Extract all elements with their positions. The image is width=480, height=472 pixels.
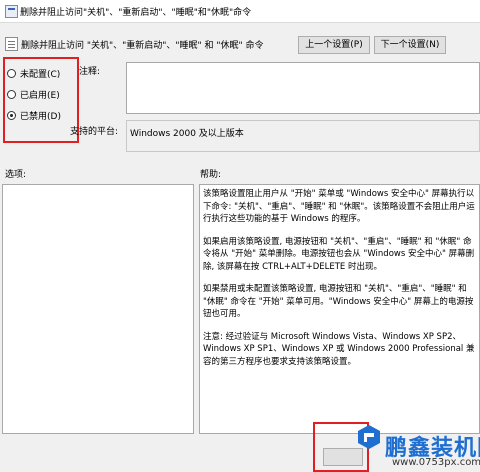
previous-setting-button[interactable]: 上一个设置(P) [298, 36, 370, 54]
help-paragraph-4: 注意: 经过验证与 Microsoft Windows Vista、Window… [203, 331, 475, 367]
supported-box: Windows 2000 及以上版本 [126, 120, 480, 152]
supported-label: 支持的平台: [70, 127, 119, 137]
radio-disabled-label: 已禁用(D) [20, 112, 61, 122]
policy-name: 删除并阻止访问 "关机"、"重新启动"、"睡眠" 和 "休眠" 命令 [21, 41, 264, 51]
watermark-url: www.0753px.com [392, 457, 480, 468]
watermark-logo-icon [356, 424, 382, 450]
radio-enabled[interactable]: 已启用(E) [7, 88, 60, 101]
radio-enabled-circle[interactable] [7, 90, 16, 99]
supported-value: Windows 2000 及以上版本 [130, 129, 244, 139]
next-setting-button[interactable]: 下一个设置(N) [374, 36, 446, 54]
radio-not-configured[interactable]: 未配置(C) [7, 67, 60, 80]
options-pane [2, 184, 194, 434]
help-paragraph-1: 该策略设置阻止用户从 "开始" 菜单或 "Windows 安全中心" 屏幕执行以… [203, 189, 475, 224]
help-text: 该策略设置阻止用户从 "开始" 菜单或 "Windows 安全中心" 屏幕执行以… [203, 188, 475, 378]
ok-button[interactable] [323, 448, 363, 466]
radio-disabled-circle[interactable] [7, 111, 16, 120]
help-label: 帮助: [200, 170, 222, 180]
app-icon [5, 5, 18, 18]
title-bar: 删除并阻止访问"关机"、"重新启动"、"睡眠"和"休眠"命令 [0, 0, 480, 23]
policy-icon [5, 37, 18, 51]
options-label: 选项: [5, 170, 27, 180]
comment-textarea[interactable] [126, 62, 480, 114]
help-paragraph-2: 如果启用该策略设置, 电源按钮和 "关机"、"重启"、"睡眠" 和 "休眠" 命… [203, 236, 475, 272]
radio-enabled-label: 已启用(E) [20, 91, 60, 101]
comment-label: 注释: [79, 67, 101, 77]
help-paragraph-3: 如果禁用或未配置该策略设置, 电源按钮和 "关机"、"重启"、"睡眠" 和 "休… [203, 284, 474, 319]
radio-disabled[interactable]: 已禁用(D) [7, 109, 61, 122]
radio-not-configured-circle[interactable] [7, 69, 16, 78]
radio-not-configured-label: 未配置(C) [20, 70, 61, 80]
window-title: 删除并阻止访问"关机"、"重新启动"、"睡眠"和"休眠"命令 [20, 8, 252, 18]
help-pane: 该策略设置阻止用户从 "开始" 菜单或 "Windows 安全中心" 屏幕执行以… [199, 184, 480, 434]
